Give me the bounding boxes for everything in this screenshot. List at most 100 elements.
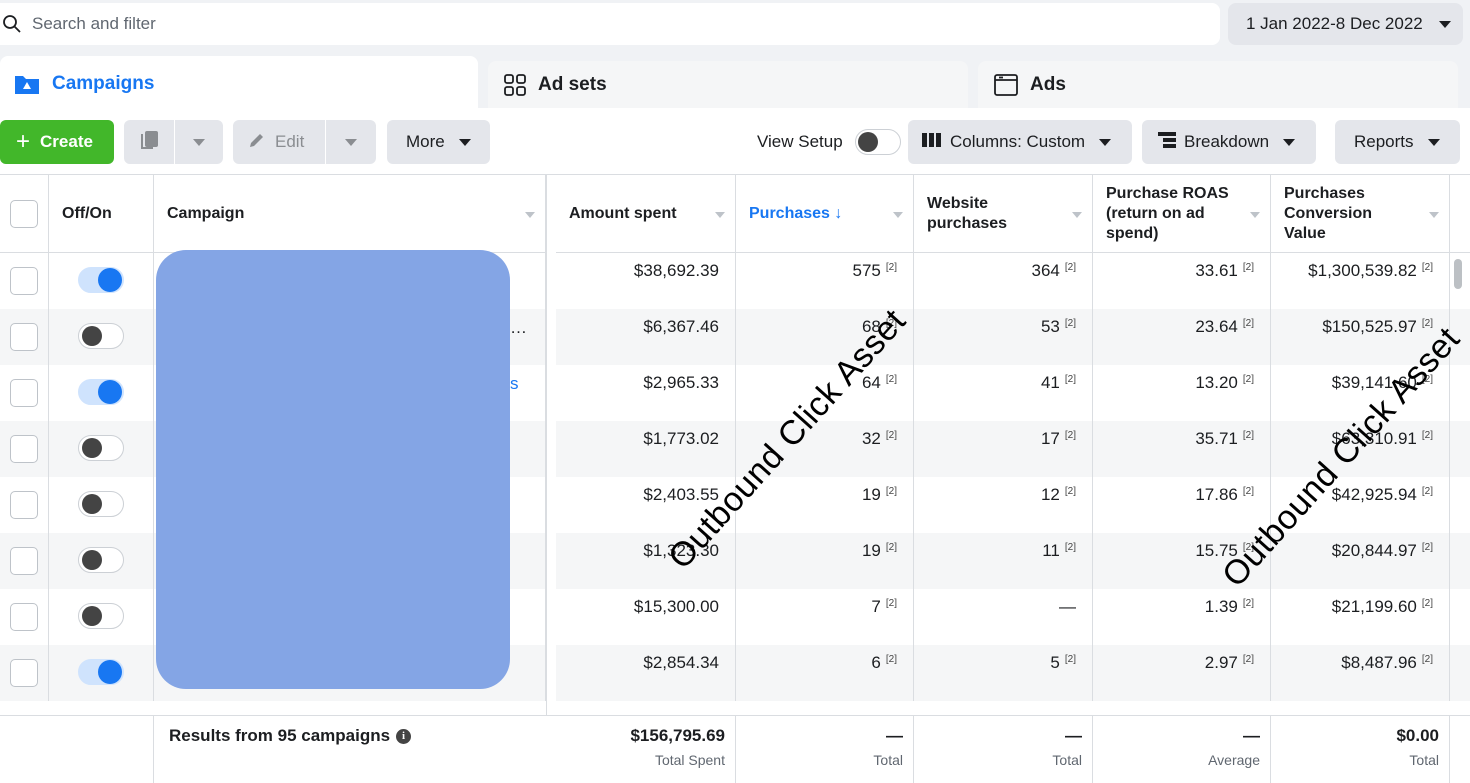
attribution-marker: [2] [1242, 262, 1254, 273]
header-amount-spent[interactable]: Amount spent [556, 175, 736, 253]
row-checkbox[interactable] [10, 267, 38, 295]
row-toggle-cell [49, 533, 154, 589]
header-purchases[interactable]: Purchases ↓ [736, 175, 914, 253]
row-checkbox[interactable] [10, 659, 38, 687]
select-all-checkbox[interactable] [10, 200, 38, 228]
attribution-marker: [2] [885, 430, 897, 441]
chevron-down-icon [1283, 138, 1296, 146]
sort-caret-icon[interactable] [715, 212, 725, 218]
cell-value: $2,854.34 [643, 653, 719, 672]
footer-label: Total Spent [654, 752, 725, 768]
cell-purchases: 575 [2] [736, 253, 914, 309]
cell-value: $2,965.33 [643, 373, 719, 392]
campaign-status-toggle[interactable] [78, 491, 124, 517]
vertical-scrollbar[interactable] [1454, 259, 1462, 289]
search-bar[interactable] [0, 3, 1220, 45]
view-setup-label: View Setup [757, 132, 843, 151]
grid-icon [504, 74, 526, 96]
attribution-marker: [2] [1242, 318, 1254, 329]
sort-caret-icon[interactable] [1429, 212, 1439, 218]
tab-label: Ad sets [538, 74, 607, 95]
attribution-marker: [2] [885, 486, 897, 497]
footer-purchases: — Total [736, 716, 914, 783]
columns-button[interactable]: Columns: Custom [908, 120, 1132, 164]
campaign-status-toggle[interactable] [78, 323, 124, 349]
cell-value: $1,300,539.82 [2] [1271, 253, 1450, 309]
cell-website: — [914, 589, 1093, 645]
edit-label: Edit [275, 132, 305, 151]
attribution-marker: [2] [885, 262, 897, 273]
duplicate-icon [138, 129, 160, 156]
header-line: Conversion [1284, 205, 1373, 222]
search-input[interactable] [32, 14, 1132, 34]
info-icon[interactable]: i [396, 728, 412, 744]
cell-roas: 33.61 [2] [1093, 253, 1271, 309]
campaign-status-toggle[interactable] [78, 379, 124, 405]
campaign-status-toggle[interactable] [78, 547, 124, 573]
campaign-status-toggle[interactable] [78, 267, 124, 293]
cell-roas: 35.71 [2] [1093, 421, 1271, 477]
attribution-marker: [2] [1421, 598, 1433, 609]
attribution-marker: [2] [1242, 430, 1254, 441]
cell-value: $15,300.00 [633, 597, 719, 616]
duplicate-dropdown-button[interactable] [175, 120, 223, 164]
cell-amount: $38,692.39 [556, 253, 736, 309]
tab-ad-sets[interactable]: Ad sets [488, 61, 968, 109]
attribution-marker: [2] [885, 598, 897, 609]
toggle-knob [98, 268, 122, 292]
campaign-status-toggle[interactable] [78, 603, 124, 629]
row-checkbox[interactable] [10, 323, 38, 351]
date-range-picker[interactable]: 1 Jan 2022-8 Dec 2022 [1228, 3, 1463, 45]
header-label: Purchases Conversion Value [1284, 184, 1372, 244]
cell-value: $42,925.94 [1331, 485, 1417, 504]
row-checkbox[interactable] [10, 547, 38, 575]
header-purchase-roas[interactable]: Purchase ROAS (return on ad spend) [1093, 175, 1271, 253]
cell-value: 53 [1040, 317, 1060, 336]
tab-ads[interactable]: Ads [978, 61, 1458, 109]
top-bar: 1 Jan 2022-8 Dec 2022 [0, 0, 1470, 50]
chevron-down-icon [345, 138, 357, 146]
row-select-cell [0, 309, 49, 365]
sort-caret-icon[interactable] [1072, 212, 1082, 218]
cell-amount: $15,300.00 [556, 589, 736, 645]
folder-icon [14, 73, 40, 95]
cell-roas: 1.39 [2] [1093, 589, 1271, 645]
row-checkbox[interactable] [10, 379, 38, 407]
view-setup-toggle[interactable] [854, 129, 901, 155]
campaign-status-toggle[interactable] [78, 659, 124, 685]
row-checkbox[interactable] [10, 435, 38, 463]
sort-caret-icon[interactable] [1250, 212, 1260, 218]
campaign-name-link[interactable]: s [510, 374, 519, 394]
cell-value: $8,487.96 [2] [1271, 645, 1450, 701]
cell-website: 364 [2] [914, 253, 1093, 309]
create-button[interactable]: + Create [0, 120, 114, 164]
duplicate-button[interactable] [124, 120, 174, 164]
header-off-on[interactable]: Off/On [49, 175, 154, 253]
reports-button[interactable]: Reports [1335, 120, 1460, 164]
header-website-purchases[interactable]: Website purchases [914, 175, 1093, 253]
cell-value: $20,844.97 [1331, 541, 1417, 560]
toggle-knob [98, 660, 122, 684]
edit-dropdown-button[interactable] [326, 120, 376, 164]
cell-purchases: 7 [2] [736, 589, 914, 645]
header-line: Value [1284, 225, 1326, 242]
header-campaign[interactable]: Campaign [154, 175, 546, 253]
cell-amount: $2,854.34 [556, 645, 736, 701]
cell-value: $8,487.96 [1341, 653, 1417, 672]
toggle-knob [82, 326, 102, 346]
cell-amount: $6,367.46 [556, 309, 736, 365]
sort-caret-icon[interactable] [893, 212, 903, 218]
row-checkbox[interactable] [10, 603, 38, 631]
footer-value: — [1243, 726, 1260, 745]
campaign-status-toggle[interactable] [78, 435, 124, 461]
more-button[interactable]: More [387, 120, 490, 164]
sort-caret-icon[interactable] [525, 212, 535, 218]
row-toggle-cell [49, 253, 154, 309]
tab-campaigns[interactable]: Campaigns [0, 56, 478, 112]
row-checkbox[interactable] [10, 491, 38, 519]
header-conversion-value[interactable]: Purchases Conversion Value [1271, 175, 1450, 253]
edit-button[interactable]: Edit [233, 120, 325, 164]
breakdown-button[interactable]: Breakdown [1142, 120, 1316, 164]
toolbar: + Create Edit More View Setup Columns: C… [0, 120, 1470, 164]
row-toggle-cell [49, 365, 154, 421]
